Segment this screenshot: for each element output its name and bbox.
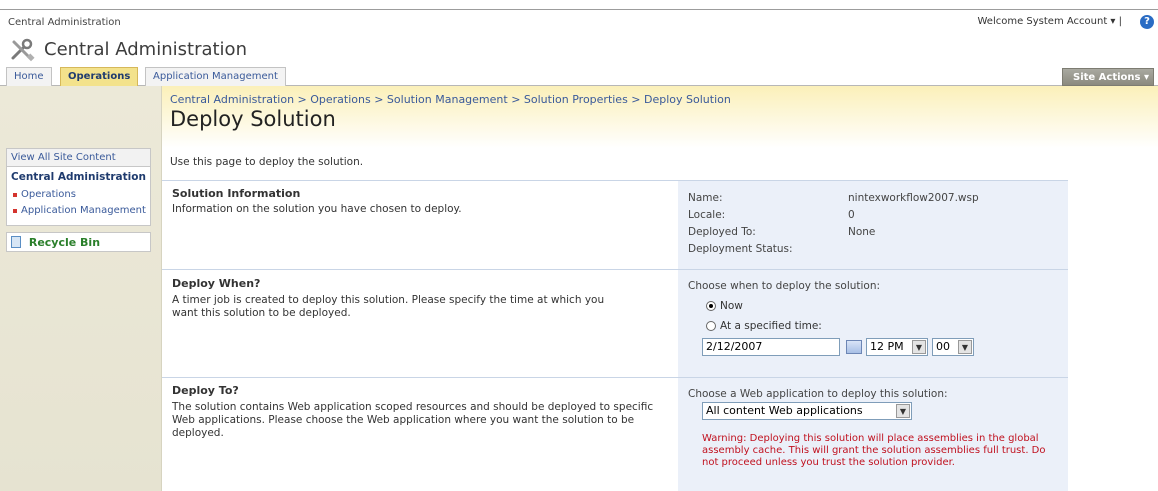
bullet-icon [13,193,17,197]
locale-label: Locale: [688,209,726,221]
global-site-link[interactable]: Central Administration [8,17,121,28]
deployment-status-label: Deployment Status: [688,243,793,255]
nav-item-label: Operations [21,189,76,200]
tab-operations[interactable]: Operations [60,67,139,86]
top-nav-tabs: Home Operations Application Management [0,64,1158,86]
recycle-bin-label: Recycle Bin [28,236,101,249]
tab-home[interactable]: Home [6,67,52,86]
left-nav: View All Site Content Central Administra… [6,148,151,252]
recycle-bin-icon [11,236,21,248]
site-title[interactable]: Central Administration [44,39,247,60]
intro-text: Use this page to deploy the solution. [170,156,364,168]
title-row: Central Administration [0,36,1158,64]
hour-select-value: 12 PM [870,340,904,353]
tools-icon [11,38,35,62]
section-description: Information on the solution you have cho… [172,203,462,215]
section-title: Deploy To? [172,384,239,397]
radio-now[interactable]: Now [706,300,743,312]
nav-section-title[interactable]: Central Administration [9,171,148,187]
radio-specified-label: At a specified time: [720,320,822,332]
chevron-down-icon: ▼ [958,340,972,354]
section-title: Deploy When? [172,277,261,290]
left-nav-background [0,86,162,491]
deployed-to-label: Deployed To: [688,226,756,238]
name-label: Name: [688,192,723,204]
welcome-menu[interactable]: Welcome System Account ▾ | [977,16,1122,27]
date-input[interactable]: 2/12/2007 [702,338,840,356]
deployed-to-value: None [848,226,876,238]
solution-info-section: Solution Information Information on the … [162,180,1068,269]
site-actions-button[interactable]: Site Actions ▾ [1062,68,1154,86]
web-application-select[interactable]: All content Web applications ▼ [702,402,912,420]
radio-specified-time[interactable]: At a specified time: [706,320,822,332]
bullet-icon [13,209,17,213]
deploy-to-prompt: Choose a Web application to deploy this … [688,388,948,400]
web-application-select-value: All content Web applications [706,404,863,417]
help-icon[interactable]: ? [1140,15,1154,29]
nav-item-operations[interactable]: Operations [9,187,148,203]
section-title: Solution Information [172,187,301,200]
global-bar: Central Administration Welcome System Ac… [0,9,1158,35]
nav-item-application-management[interactable]: Application Management [9,203,148,219]
view-all-site-content-link[interactable]: View All Site Content [6,148,151,167]
nav-section: Central Administration Operations Applic… [6,167,151,226]
chevron-down-icon: ▼ [912,340,926,354]
minute-select-value: 00 [936,340,950,353]
section-description: The solution contains Web application sc… [172,401,654,439]
minute-select[interactable]: 00 ▼ [932,338,974,356]
breadcrumb[interactable]: Central Administration > Operations > So… [170,93,731,106]
chevron-down-icon: ▼ [896,404,910,418]
radio-unchecked-icon [706,321,716,331]
radio-checked-icon [706,301,716,311]
locale-value: 0 [848,209,855,221]
recycle-bin-link[interactable]: Recycle Bin [6,232,151,252]
radio-now-label: Now [720,300,743,312]
trust-warning: Warning: Deploying this solution will pl… [702,433,1046,468]
hour-select[interactable]: 12 PM ▼ [866,338,928,356]
name-value: nintexworkflow2007.wsp [848,192,979,204]
section-description: A timer job is created to deploy this so… [172,294,605,319]
tab-application-management[interactable]: Application Management [145,67,286,86]
deploy-when-section: Deploy When? A timer job is created to d… [162,269,1068,377]
deploy-to-section: Deploy To? The solution contains Web app… [162,377,1068,491]
page-title: Deploy Solution [170,107,336,131]
deploy-when-prompt: Choose when to deploy the solution: [688,280,881,292]
nav-item-label: Application Management [21,205,146,216]
calendar-icon[interactable] [846,340,862,354]
